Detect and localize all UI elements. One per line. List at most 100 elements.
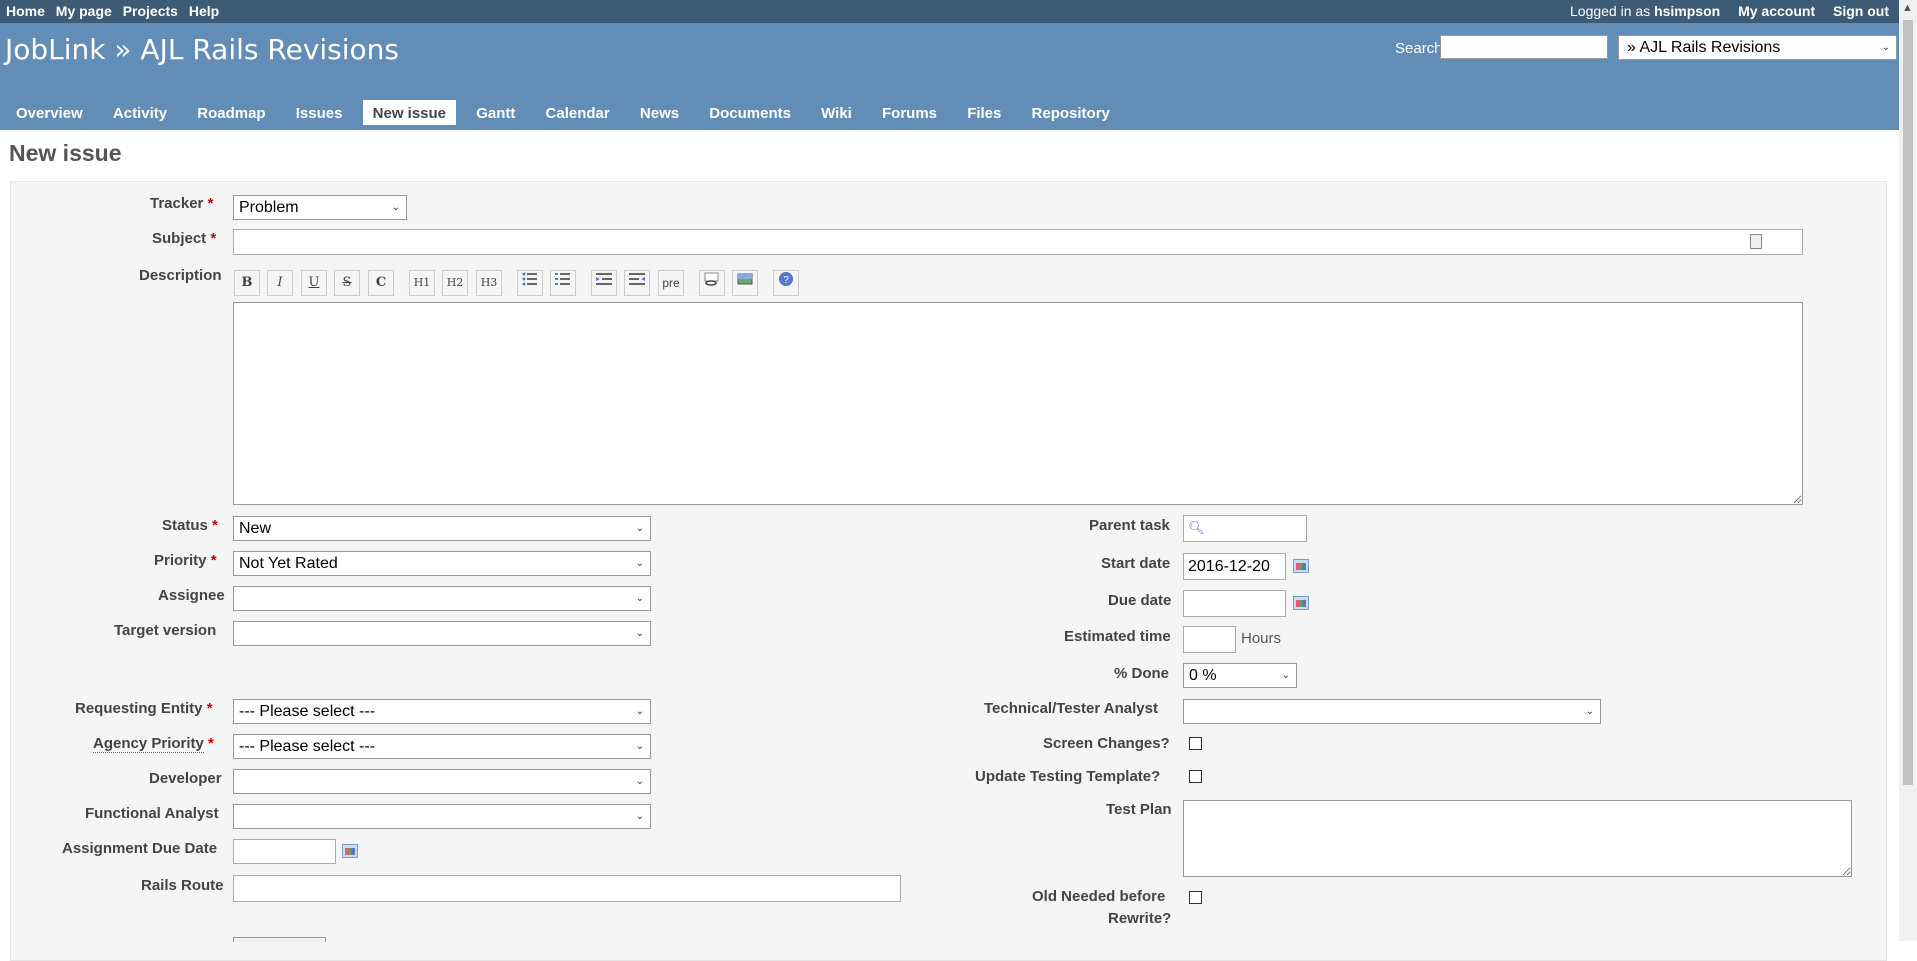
top-link-my-page[interactable]: My page <box>56 3 112 19</box>
search-input[interactable] <box>1440 35 1608 59</box>
top-link-home[interactable]: Home <box>6 3 45 19</box>
tech-analyst-label: Technical/Tester Analyst <box>984 700 1158 717</box>
subject-label-text: Subject <box>152 230 207 247</box>
strikethrough-icon[interactable]: S <box>334 270 360 296</box>
start-date-input[interactable] <box>1183 553 1286 580</box>
bold-icon[interactable]: B <box>234 270 260 296</box>
chevron-down-icon: ⌄ <box>635 558 644 569</box>
estimated-time-label: Estimated time <box>1064 628 1171 645</box>
priority-select[interactable]: Not Yet Rated ⌄ <box>233 551 651 576</box>
assignee-select[interactable]: ⌄ <box>233 586 651 611</box>
link-icon[interactable] <box>699 270 725 296</box>
page-title: New issue <box>9 140 122 166</box>
tracker-value: Problem <box>239 199 299 216</box>
chevron-down-icon: ⌄ <box>635 741 644 752</box>
vertical-scrollbar[interactable]: ▲ <box>1899 0 1917 941</box>
developer-select[interactable]: ⌄ <box>233 769 651 794</box>
description-textarea[interactable] <box>233 302 1803 505</box>
unordered-list-icon[interactable] <box>517 270 543 296</box>
tab-new-issue[interactable]: New issue <box>362 100 457 125</box>
scroll-up-icon[interactable]: ▲ <box>1902 2 1913 14</box>
functional-analyst-select[interactable]: ⌄ <box>233 804 651 829</box>
agency-priority-label: Agency Priority * <box>93 735 214 753</box>
done-ratio-label: % Done <box>1114 665 1170 682</box>
top-link-projects[interactable]: Projects <box>123 3 178 19</box>
chevron-down-icon: ⌄ <box>635 706 644 717</box>
required-marker: * <box>206 700 213 717</box>
screen-changes-checkbox[interactable] <box>1189 737 1202 750</box>
help-icon[interactable]: ? <box>773 270 799 296</box>
tab-issues[interactable]: Issues <box>286 100 353 125</box>
tracker-select[interactable]: Problem ⌄ <box>233 195 407 220</box>
done-ratio-select[interactable]: 0 % ⌄ <box>1183 663 1297 688</box>
rails-route-input[interactable] <box>233 875 901 902</box>
required-marker: * <box>212 517 218 534</box>
logged-in-prefix: Logged in as <box>1570 3 1651 19</box>
subject-input[interactable] <box>233 229 1803 255</box>
update-testing-template-checkbox[interactable] <box>1189 770 1202 783</box>
required-marker: * <box>207 195 214 212</box>
agency-priority-label-text: Agency Priority <box>93 735 204 753</box>
username-link[interactable]: hsimpson <box>1654 3 1720 19</box>
parent-task-input[interactable]: 🔍︎ <box>1183 515 1307 542</box>
tech-analyst-select[interactable]: ⌄ <box>1183 699 1601 724</box>
project-jump-value: » AJL Rails Revisions <box>1627 39 1781 56</box>
tab-repository[interactable]: Repository <box>1022 100 1120 125</box>
assignee-label: Assignee <box>158 587 225 604</box>
target-version-select[interactable]: ⌄ <box>233 621 651 646</box>
tab-documents[interactable]: Documents <box>699 100 801 125</box>
developer-label: Developer <box>149 770 222 787</box>
hours-unit: Hours <box>1241 630 1282 647</box>
top-link-help[interactable]: Help <box>189 3 219 19</box>
test-plan-textarea[interactable] <box>1183 800 1852 877</box>
code-icon[interactable]: C <box>368 270 394 296</box>
requesting-entity-select[interactable]: --- Please select --- ⌄ <box>233 699 651 724</box>
underline-icon[interactable]: U <box>301 270 327 296</box>
tab-wiki[interactable]: Wiki <box>811 100 862 125</box>
scrollbar-thumb[interactable] <box>1903 20 1913 785</box>
assignment-due-date-input[interactable] <box>233 839 336 864</box>
project-title: JobLink » AJL Rails Revisions <box>5 33 399 66</box>
tab-roadmap[interactable]: Roadmap <box>187 100 275 125</box>
tab-activity[interactable]: Activity <box>103 100 177 125</box>
agency-priority-select[interactable]: --- Please select --- ⌄ <box>233 734 651 759</box>
search-icon: 🔍︎ <box>1188 520 1205 535</box>
screen-changes-label: Screen Changes? <box>1043 735 1170 752</box>
due-date-input[interactable] <box>1183 590 1286 617</box>
ordered-list-icon[interactable] <box>550 270 576 296</box>
tab-overview[interactable]: Overview <box>6 100 93 125</box>
tab-gantt[interactable]: Gantt <box>466 100 525 125</box>
italic-icon[interactable]: I <box>267 270 293 296</box>
tracker-label-text: Tracker <box>150 195 204 212</box>
assignment-due-date-label: Assignment Due Date <box>62 840 218 857</box>
tracker-label: Tracker * <box>150 195 213 212</box>
calendar-icon[interactable] <box>1293 596 1309 610</box>
old-needed-checkbox[interactable] <box>1189 891 1202 904</box>
priority-label-text: Priority <box>154 552 207 569</box>
requesting-entity-label-text: Requesting Entity <box>75 700 203 717</box>
required-marker: * <box>210 230 217 247</box>
status-label: Status * <box>162 517 218 534</box>
indent-left-icon[interactable] <box>591 270 617 296</box>
status-select[interactable]: New ⌄ <box>233 516 651 541</box>
heading3-icon[interactable]: H3 <box>476 270 502 296</box>
estimated-time-input[interactable] <box>1183 626 1236 653</box>
chevron-down-icon: ⌄ <box>635 628 644 639</box>
contact-card-icon[interactable] <box>1750 234 1762 249</box>
heading1-icon[interactable]: H1 <box>409 270 435 296</box>
tab-forums[interactable]: Forums <box>872 100 947 125</box>
indent-right-icon[interactable] <box>624 270 650 296</box>
sign-out-link[interactable]: Sign out <box>1833 3 1889 19</box>
tab-news[interactable]: News <box>630 100 689 125</box>
image-icon[interactable] <box>732 270 758 296</box>
functional-analyst-label: Functional Analyst <box>85 805 219 822</box>
tab-calendar[interactable]: Calendar <box>536 100 620 125</box>
calendar-icon[interactable] <box>1293 559 1309 573</box>
pre-icon[interactable]: pre <box>658 270 684 296</box>
project-jump-select[interactable]: » AJL Rails Revisions ⌄ <box>1618 35 1897 60</box>
calendar-icon[interactable] <box>342 844 358 858</box>
heading2-icon[interactable]: H2 <box>442 270 468 296</box>
my-account-link[interactable]: My account <box>1738 3 1815 19</box>
tab-files[interactable]: Files <box>957 100 1011 125</box>
priority-label: Priority * <box>154 552 217 569</box>
